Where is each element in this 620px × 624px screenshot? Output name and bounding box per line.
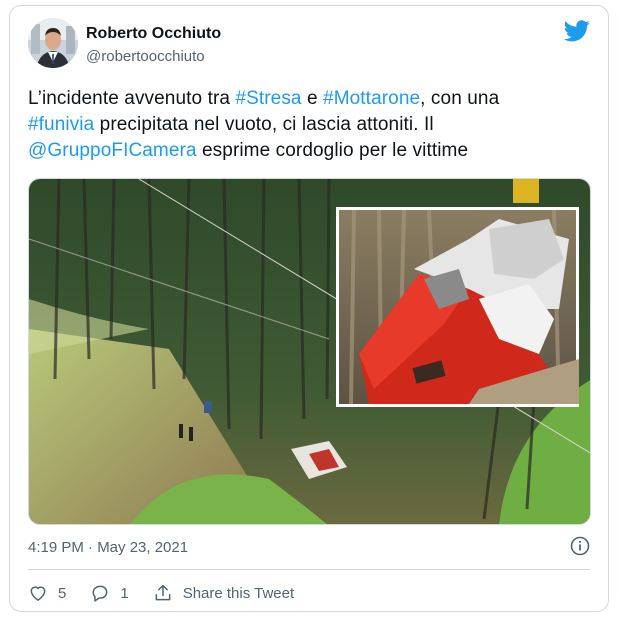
text-segment: L’incidente avvenuto tra [28,88,236,109]
author-handle[interactable]: @robertoocchiuto [86,48,205,65]
reply-icon [92,585,108,602]
like-count: 5 [58,584,67,602]
share-icon [155,584,171,601]
share-button[interactable]: Share this Tweet [153,583,294,603]
hashtag-mottarone[interactable]: #Mottarone [323,88,420,109]
heart-icon [30,586,46,601]
like-button[interactable]: 5 [28,583,66,603]
avatar[interactable] [28,18,78,68]
tweet-card[interactable]: Roberto Occhiuto @robertoocchiuto L’inci… [9,5,609,612]
tweet-actions: 5 1 Share this Tweet [28,580,318,606]
share-label: Share this Tweet [182,584,295,602]
mention-gruppoficamera[interactable]: @GruppoFICamera [28,140,197,161]
twitter-bird-icon[interactable] [564,20,590,42]
tweet-timestamp[interactable]: 4:19 PM · May 23, 2021 [28,539,188,556]
hashtag-funivia[interactable]: #funivia [28,114,94,135]
divider [28,569,590,570]
avatar-photo [28,18,78,68]
reply-button[interactable]: 1 [90,583,129,603]
hashtag-stresa[interactable]: #Stresa [235,88,301,109]
author-name[interactable]: Roberto Occhiuto [86,25,221,43]
text-segment: , con una [420,88,500,109]
text-segment: esprime cordoglio per le vittime [196,140,469,161]
cable-car-crash-photo [29,179,590,524]
text-segment: precipitata nel vuoto, ci lascia attonit… [94,114,434,135]
tweet-text: L’incidente avvenuto tra #Stresa e #Mott… [28,86,588,164]
info-icon[interactable] [570,536,590,556]
text-segment: e [301,88,324,109]
tweet-photo[interactable] [28,178,591,525]
inset-photo [336,207,579,407]
reply-count: 1 [120,584,129,602]
